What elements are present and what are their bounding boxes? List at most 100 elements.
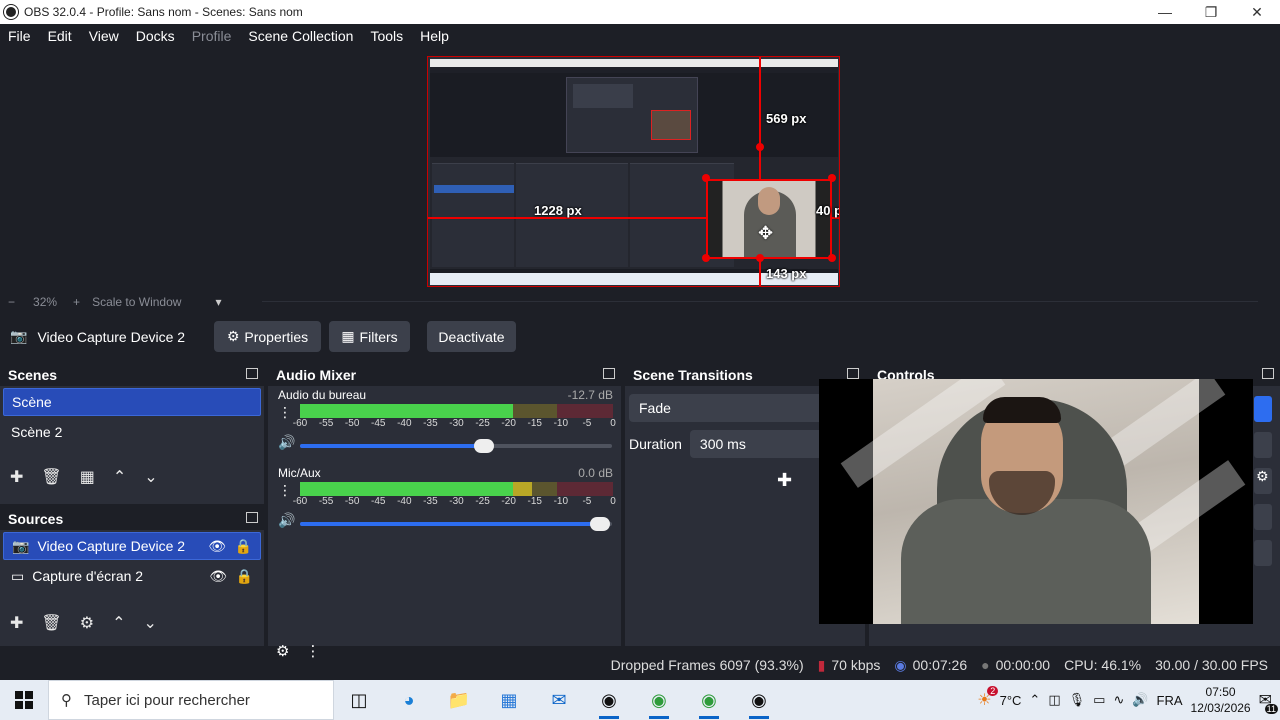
notifications-icon[interactable]: ✉ 11 xyxy=(1259,690,1278,714)
task-view-icon[interactable]: ◫ xyxy=(334,680,384,720)
control-button-edge[interactable]: ⚙ xyxy=(1254,468,1272,494)
handle-icon[interactable] xyxy=(756,254,764,262)
trash-icon[interactable]: 🗑 xyxy=(41,613,61,633)
camera-tray-icon[interactable]: ◫ xyxy=(1048,692,1060,708)
restore-icon[interactable]: ❐ xyxy=(1188,0,1234,24)
volume-icon[interactable]: 🔊 xyxy=(1132,692,1148,708)
bitrate-status: ▮ 70 kbps xyxy=(818,657,881,674)
meter-tick-label: -15 xyxy=(527,496,542,507)
source-item[interactable]: ▭ Capture d'écran 2 👁 🔒 xyxy=(3,562,261,590)
monitor-icon: ▭ xyxy=(11,567,25,584)
lock-icon[interactable]: 🔒 xyxy=(235,538,252,555)
handle-icon[interactable] xyxy=(756,143,764,151)
meter-tick-label: -15 xyxy=(527,418,542,429)
eye-icon[interactable]: 👁 xyxy=(208,538,226,555)
filters-button[interactable]: ▦ Filters xyxy=(329,321,410,352)
microphone-icon[interactable]: 🎙 xyxy=(1069,692,1086,708)
more-options-icon[interactable]: ⋮ xyxy=(278,482,292,499)
lock-icon[interactable]: 🔒 xyxy=(236,568,253,585)
source-item[interactable]: 📷 Video Capture Device 2 👁 🔒 xyxy=(3,532,261,560)
outlook-icon[interactable]: ✉ xyxy=(534,680,584,720)
volume-slider[interactable] xyxy=(300,517,612,531)
control-button-edge[interactable] xyxy=(1254,396,1272,422)
more-options-icon[interactable]: ⋮ xyxy=(278,404,292,421)
eye-icon[interactable]: 👁 xyxy=(209,568,227,585)
scene-item[interactable]: Scène 2 xyxy=(3,418,261,446)
undock-icon[interactable] xyxy=(246,368,258,379)
scene-item[interactable]: Scène xyxy=(3,388,261,416)
obs-taskbar-icon[interactable]: ◉ xyxy=(734,680,784,720)
chevron-down-icon[interactable]: ▾ xyxy=(215,295,221,309)
taskbar: ⚲ Taper ici pour rechercher ◫ ◕ 📁 ▦ ✉ ◉ … xyxy=(0,680,1280,720)
weather-badge: 2 xyxy=(987,686,999,696)
meter-tick-label: -20 xyxy=(501,496,516,507)
taskbar-search-input[interactable]: ⚲ Taper ici pour rechercher xyxy=(48,680,334,720)
arrow-down-icon[interactable]: ⌄ xyxy=(143,613,156,633)
battery-icon[interactable]: ▭ xyxy=(1093,692,1105,708)
zoom-out-button[interactable]: − xyxy=(8,295,15,309)
undock-icon[interactable] xyxy=(603,368,615,379)
volume-slider[interactable] xyxy=(300,439,612,453)
language-indicator[interactable]: FRA xyxy=(1157,693,1183,708)
control-button-edge[interactable] xyxy=(1254,432,1272,458)
control-button-edge[interactable] xyxy=(1254,540,1272,566)
close-icon[interactable]: ✕ xyxy=(1234,0,1280,24)
scale-mode-select[interactable]: Scale to Window xyxy=(92,295,181,309)
menu-file[interactable]: File xyxy=(0,28,40,44)
speaker-icon[interactable]: 🔊 xyxy=(278,512,295,529)
arrow-down-icon[interactable]: ⌄ xyxy=(144,467,157,487)
chevron-up-icon[interactable]: ⌃ xyxy=(1029,692,1040,708)
trash-icon[interactable]: 🗑 xyxy=(41,467,61,487)
menu-profile[interactable]: Profile xyxy=(184,28,241,44)
scene-label: Scène xyxy=(12,394,52,410)
sources-title: Sources xyxy=(8,511,64,527)
chrome-icon[interactable]: ◉ xyxy=(634,680,684,720)
menu-help[interactable]: Help xyxy=(412,28,458,44)
add-icon[interactable]: ✚ xyxy=(777,470,792,491)
handle-icon[interactable] xyxy=(702,174,710,182)
filter-icon[interactable]: ▦ xyxy=(80,467,95,487)
zoom-bar: − 32% + Scale to Window ▾ xyxy=(0,294,1280,310)
gear-icon[interactable]: ⚙ xyxy=(80,613,94,633)
zoom-in-button[interactable]: + xyxy=(73,295,80,309)
deactivate-button[interactable]: Deactivate xyxy=(427,321,516,352)
volume-knob[interactable] xyxy=(474,439,495,453)
volume-knob[interactable] xyxy=(589,517,610,531)
undock-icon[interactable] xyxy=(1262,368,1274,379)
handle-icon[interactable] xyxy=(702,254,710,262)
arrow-up-icon[interactable]: ⌃ xyxy=(113,467,126,487)
menu-tools[interactable]: Tools xyxy=(362,28,412,44)
add-icon[interactable]: ✚ xyxy=(10,467,23,487)
add-icon[interactable]: ✚ xyxy=(10,613,23,633)
undock-icon[interactable] xyxy=(847,368,859,379)
menu-view[interactable]: View xyxy=(81,28,128,44)
duration-label: Duration xyxy=(629,436,682,452)
preview-canvas[interactable]: 569 px 1228 px 40 px 143 px ✥ xyxy=(427,56,840,287)
handle-icon[interactable] xyxy=(828,174,836,182)
edge-browser-icon[interactable]: ◕ xyxy=(384,680,434,720)
distance-label-top: 569 px xyxy=(766,111,807,126)
wifi-icon[interactable]: ∿ xyxy=(1113,692,1124,708)
handle-icon[interactable] xyxy=(828,254,836,262)
clock[interactable]: 07:50 12/03/2026 xyxy=(1191,684,1251,716)
menu-edit[interactable]: Edit xyxy=(40,28,81,44)
menu-scene-collection[interactable]: Scene Collection xyxy=(240,28,362,44)
arrow-up-icon[interactable]: ⌃ xyxy=(112,613,125,633)
meter-tick-label: -35 xyxy=(423,496,438,507)
properties-button[interactable]: ⚙ Properties xyxy=(214,321,321,352)
file-explorer-icon[interactable]: 📁 xyxy=(434,680,484,720)
menu-docks[interactable]: Docks xyxy=(128,28,184,44)
weather-widget[interactable]: ☀ 2 xyxy=(977,686,999,710)
windows-start-icon[interactable] xyxy=(0,680,48,720)
speaker-icon[interactable]: 🔊 xyxy=(278,434,295,451)
obs-logo-icon xyxy=(4,5,18,19)
guide-line-bottom xyxy=(759,261,761,286)
minimize-icon[interactable]: — xyxy=(1142,0,1188,24)
selected-source-box[interactable] xyxy=(706,179,832,259)
store-icon[interactable]: ▦ xyxy=(484,680,534,720)
source-label: Video Capture Device 2 xyxy=(37,538,186,554)
obs-taskbar-icon[interactable]: ◉ xyxy=(584,680,634,720)
undock-icon[interactable] xyxy=(246,512,258,523)
control-button-edge[interactable] xyxy=(1254,504,1272,530)
chrome-icon[interactable]: ◉ xyxy=(684,680,734,720)
